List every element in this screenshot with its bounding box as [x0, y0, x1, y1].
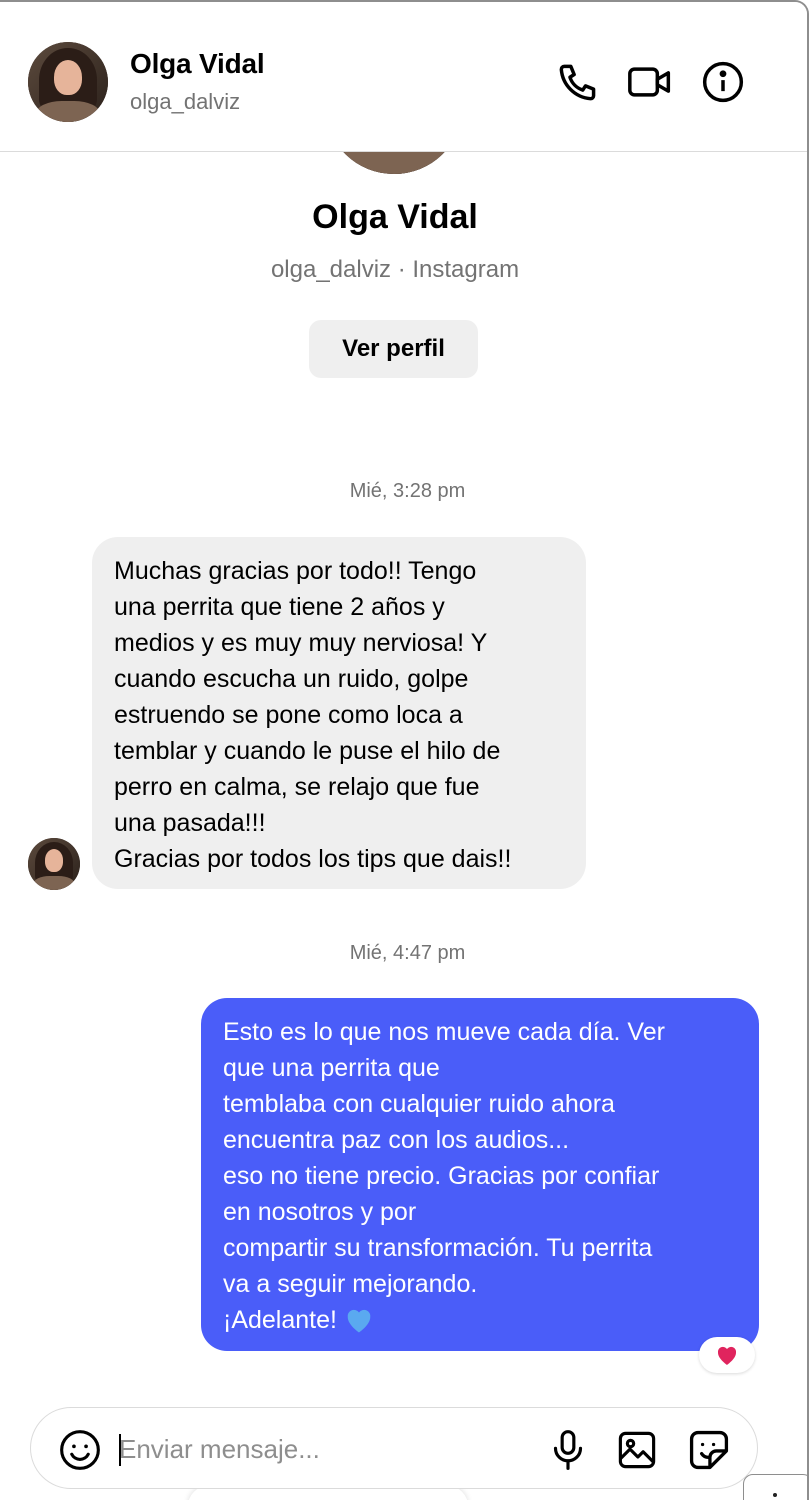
header-avatar[interactable] [28, 42, 108, 122]
chat-header: Olga Vidal olga_dalviz [0, 2, 807, 152]
text-caret [119, 1434, 121, 1466]
info-icon[interactable] [699, 58, 747, 106]
message-input[interactable] [119, 1428, 519, 1470]
image-icon[interactable] [614, 1427, 660, 1473]
message-line: Muchas gracias por todo!! Tengo [114, 557, 477, 585]
message-line: ¡Adelante! [223, 1302, 737, 1338]
message-line: temblaba con cualquier ruido ahora [223, 1090, 615, 1118]
sender-avatar[interactable] [28, 838, 80, 890]
message-line: medios y es muy muy nerviosa! Y [114, 629, 488, 657]
message-line: una perrita que tiene 2 años y [114, 593, 445, 621]
outgoing-message[interactable]: Esto es lo que nos mueve cada día. Ver q… [201, 998, 759, 1351]
heart-reaction[interactable] [699, 1337, 755, 1373]
more-dot-icon [773, 1493, 777, 1497]
sticker-icon[interactable] [686, 1427, 732, 1473]
message-timestamp: Mié, 3:28 pm [349, 480, 466, 502]
message-composer [30, 1407, 758, 1489]
message-line: una pasada!!! [114, 809, 266, 837]
header-contact-name[interactable]: Olga Vidal [130, 48, 265, 80]
message-line: eso no tiene precio. Gracias por confiar [223, 1162, 660, 1190]
message-line: temblar y cuando le puse el hilo de [114, 737, 501, 765]
message-line: Gracias por todos los tips que dais!! [114, 845, 512, 873]
view-profile-button[interactable]: Ver perfil [309, 320, 478, 378]
message-line: compartir su transformación. Tu perrita [223, 1234, 653, 1262]
message-line: Esto es lo que nos mueve cada día. Ver [223, 1018, 665, 1046]
phone-icon[interactable] [554, 58, 602, 106]
profile-name: Olga Vidal [312, 198, 478, 236]
message-text: ¡Adelante! [223, 1306, 337, 1334]
more-options-button[interactable] [743, 1474, 807, 1500]
blue-heart-icon [347, 1309, 371, 1333]
message-line: que una perrita que [223, 1054, 440, 1082]
message-timestamp: Mié, 4:47 pm [349, 942, 466, 964]
message-line: encuentra paz con los audios... [223, 1126, 570, 1154]
incoming-message[interactable]: Muchas gracias por todo!! Tengo una perr… [92, 537, 586, 889]
chat-window: Olga Vidal olga_dalviz Olga Vidal olga_d… [0, 0, 809, 1500]
microphone-icon[interactable] [545, 1427, 591, 1473]
message-line: cuando escucha un ruido, golpe [114, 665, 469, 693]
message-line: en nosotros y por [223, 1198, 417, 1226]
message-line: va a seguir mejorando. [223, 1270, 478, 1298]
message-line: perro en calma, se relajo que fue [114, 773, 480, 801]
emoji-icon[interactable] [57, 1427, 103, 1473]
message-line: estruendo se pone como loca a [114, 701, 463, 729]
profile-subtitle: olga_dalviz · Instagram [270, 256, 520, 283]
header-contact-handle: olga_dalviz [130, 89, 241, 114]
heart-icon [717, 1346, 737, 1365]
video-icon[interactable] [626, 58, 674, 106]
